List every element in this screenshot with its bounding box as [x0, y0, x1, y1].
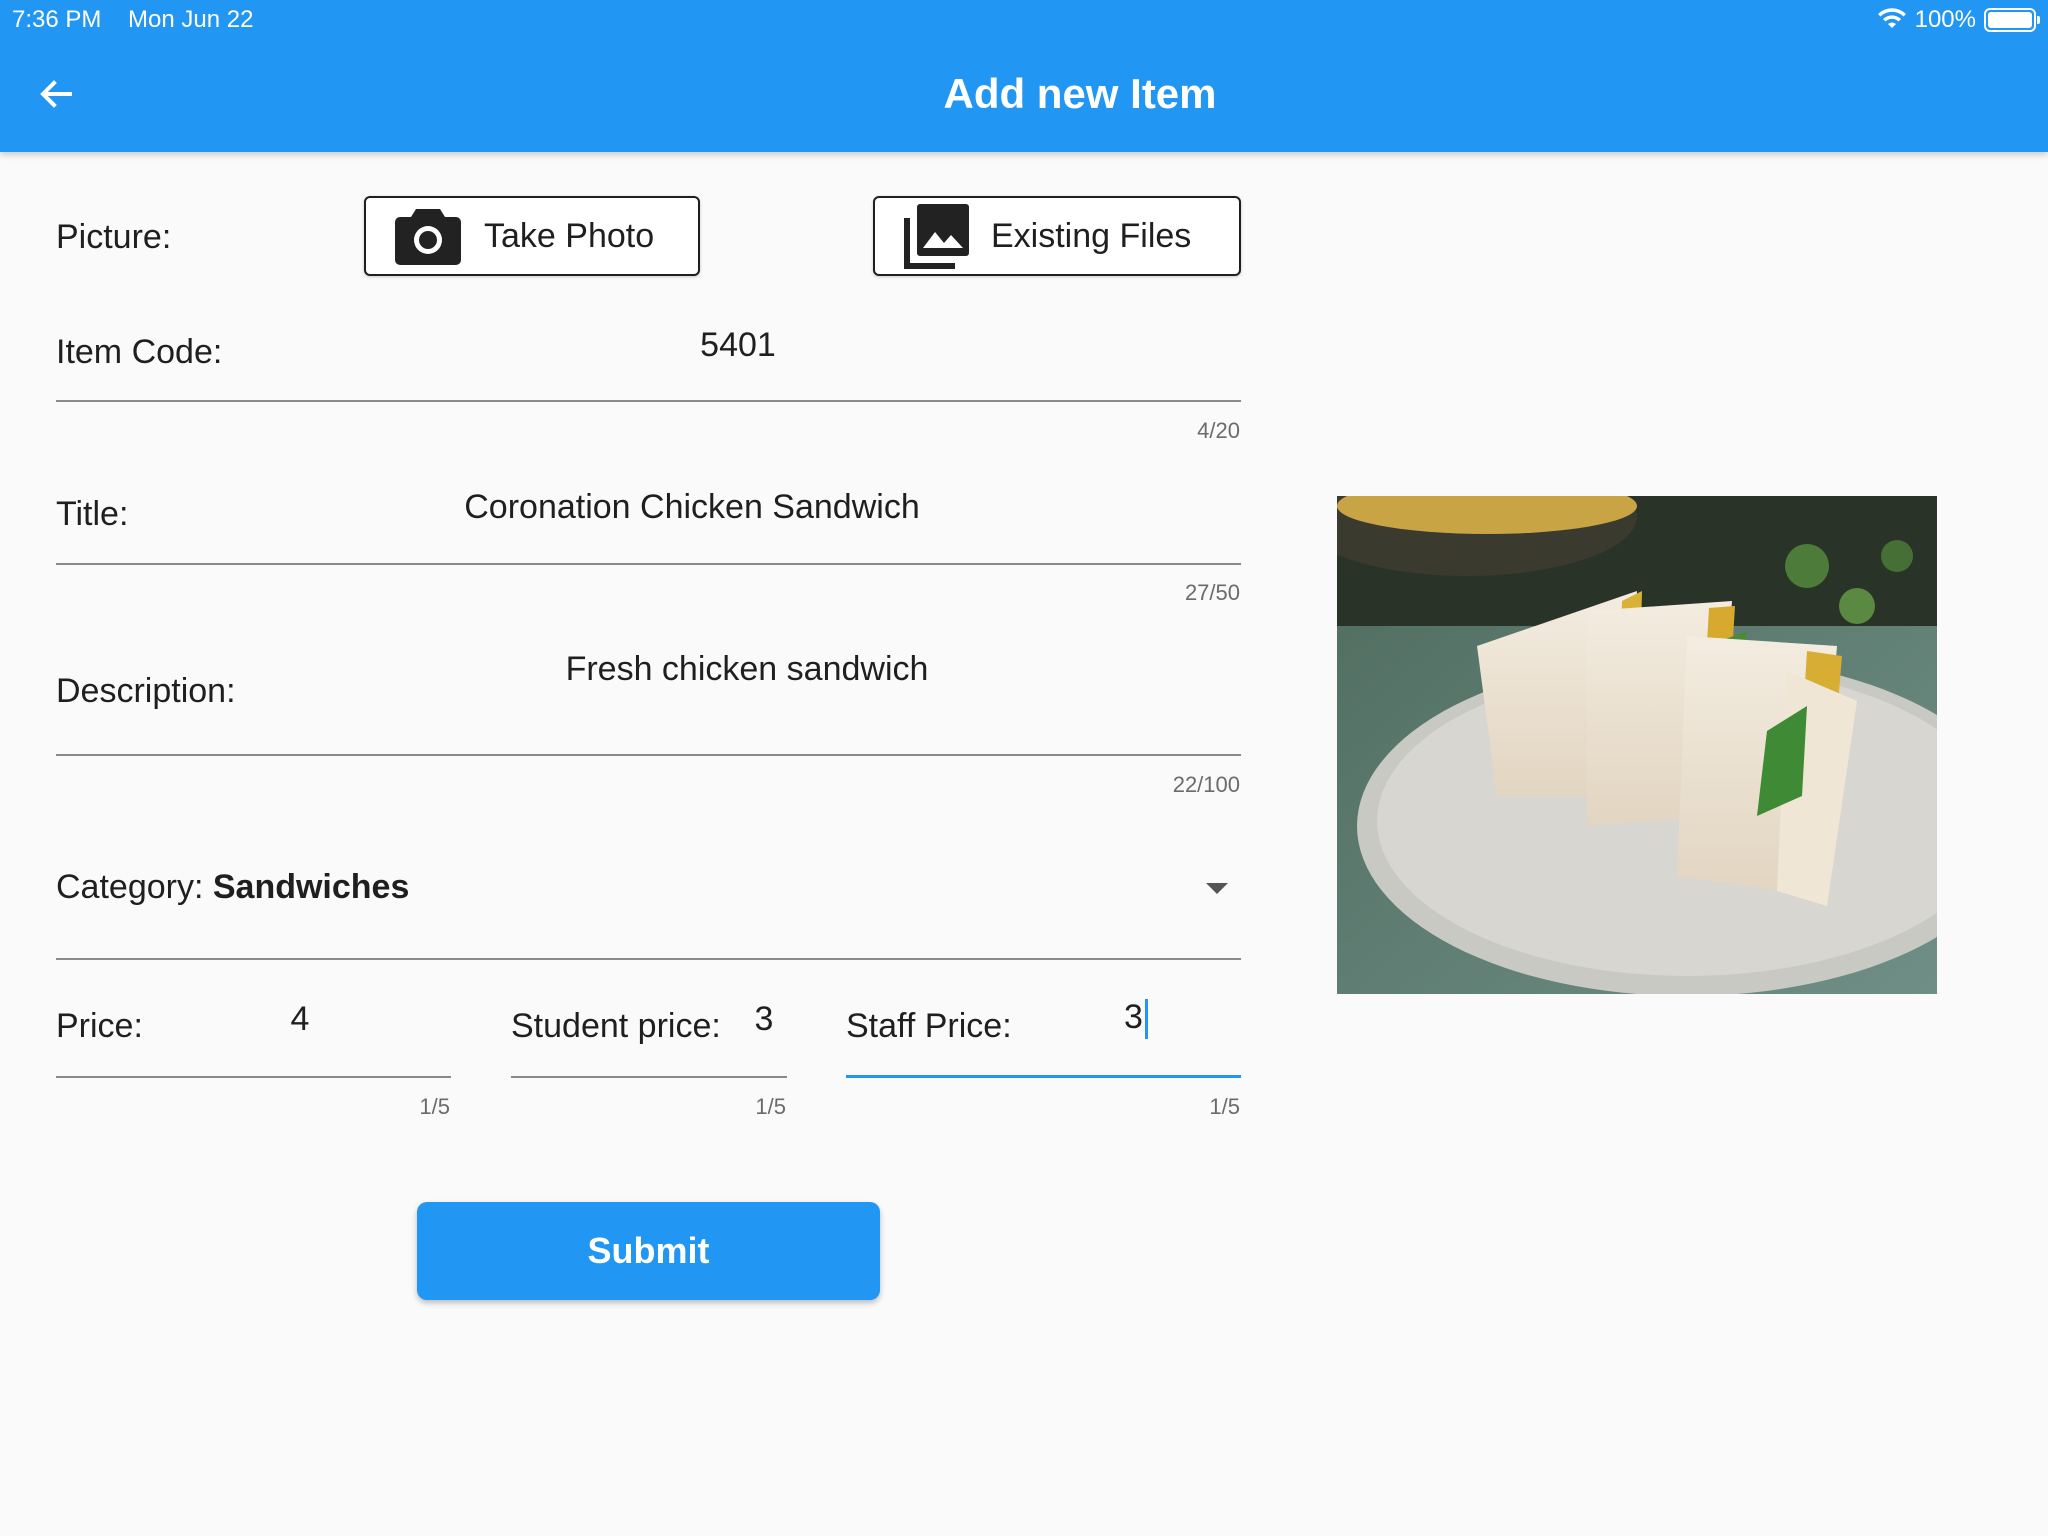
category-label: Category:: [56, 868, 213, 906]
staff-price-input[interactable]: 3: [1110, 998, 1170, 1040]
take-photo-label: Take Photo: [484, 216, 655, 255]
battery-icon: [1984, 8, 2040, 32]
staff-price-label: Staff Price:: [846, 1007, 1012, 1045]
staff-price-counter: 1/5: [1209, 1094, 1240, 1119]
title-counter: 27/50: [1184, 580, 1240, 605]
item-code-input[interactable]: 5401: [600, 326, 876, 365]
status-date: Mon Jun 22: [128, 6, 254, 33]
status-time: 7:36 PM: [12, 6, 102, 33]
picture-label: Picture:: [56, 218, 172, 256]
staff-price-value: 3: [1124, 998, 1143, 1036]
description-input[interactable]: Fresh chicken sandwich: [500, 650, 994, 689]
student-price-input[interactable]: 3: [740, 1000, 788, 1039]
student-price-counter: 1/5: [755, 1094, 786, 1119]
category-underline: [56, 958, 1241, 960]
title-label: Title:: [56, 495, 129, 533]
description-counter: 22/100: [1172, 772, 1240, 797]
item-code-underline: [56, 400, 1241, 402]
take-photo-button[interactable]: Take Photo: [364, 196, 700, 276]
existing-files-label: Existing Files: [991, 216, 1192, 255]
camera-icon: [395, 209, 461, 265]
app-bar: 7:36 PM Mon Jun 22 100% Add new Item: [0, 0, 2048, 152]
photo-library-icon: [904, 204, 969, 269]
wifi-icon: [1877, 8, 1906, 28]
title-input[interactable]: Coronation Chicken Sandwich: [400, 488, 984, 527]
status-indicators: 100%: [1877, 6, 2040, 34]
price-input[interactable]: 4: [270, 1000, 330, 1039]
category-dropdown[interactable]: Category: Sandwiches: [56, 868, 409, 907]
existing-files-button[interactable]: Existing Files: [873, 196, 1241, 276]
price-label: Price:: [56, 1007, 143, 1045]
student-price-underline: [511, 1076, 787, 1078]
description-label: Description:: [56, 672, 236, 710]
submit-button[interactable]: Submit: [417, 1202, 880, 1300]
category-value: Sandwiches: [212, 868, 410, 906]
price-counter: 1/5: [419, 1094, 450, 1119]
dropdown-caret-icon[interactable]: [1206, 883, 1228, 894]
item-code-counter: 4/20: [1197, 418, 1240, 443]
text-cursor: [1144, 999, 1148, 1040]
staff-price-underline: [846, 1075, 1241, 1078]
price-underline: [56, 1076, 451, 1078]
item-photo: [1337, 496, 1937, 994]
battery-percent: 100%: [1914, 6, 1976, 33]
description-underline: [56, 754, 1241, 756]
item-code-label: Item Code:: [56, 333, 223, 371]
student-price-label: Student price:: [511, 1007, 721, 1045]
page-title: Add new Item: [943, 70, 1217, 117]
title-underline: [56, 563, 1241, 565]
